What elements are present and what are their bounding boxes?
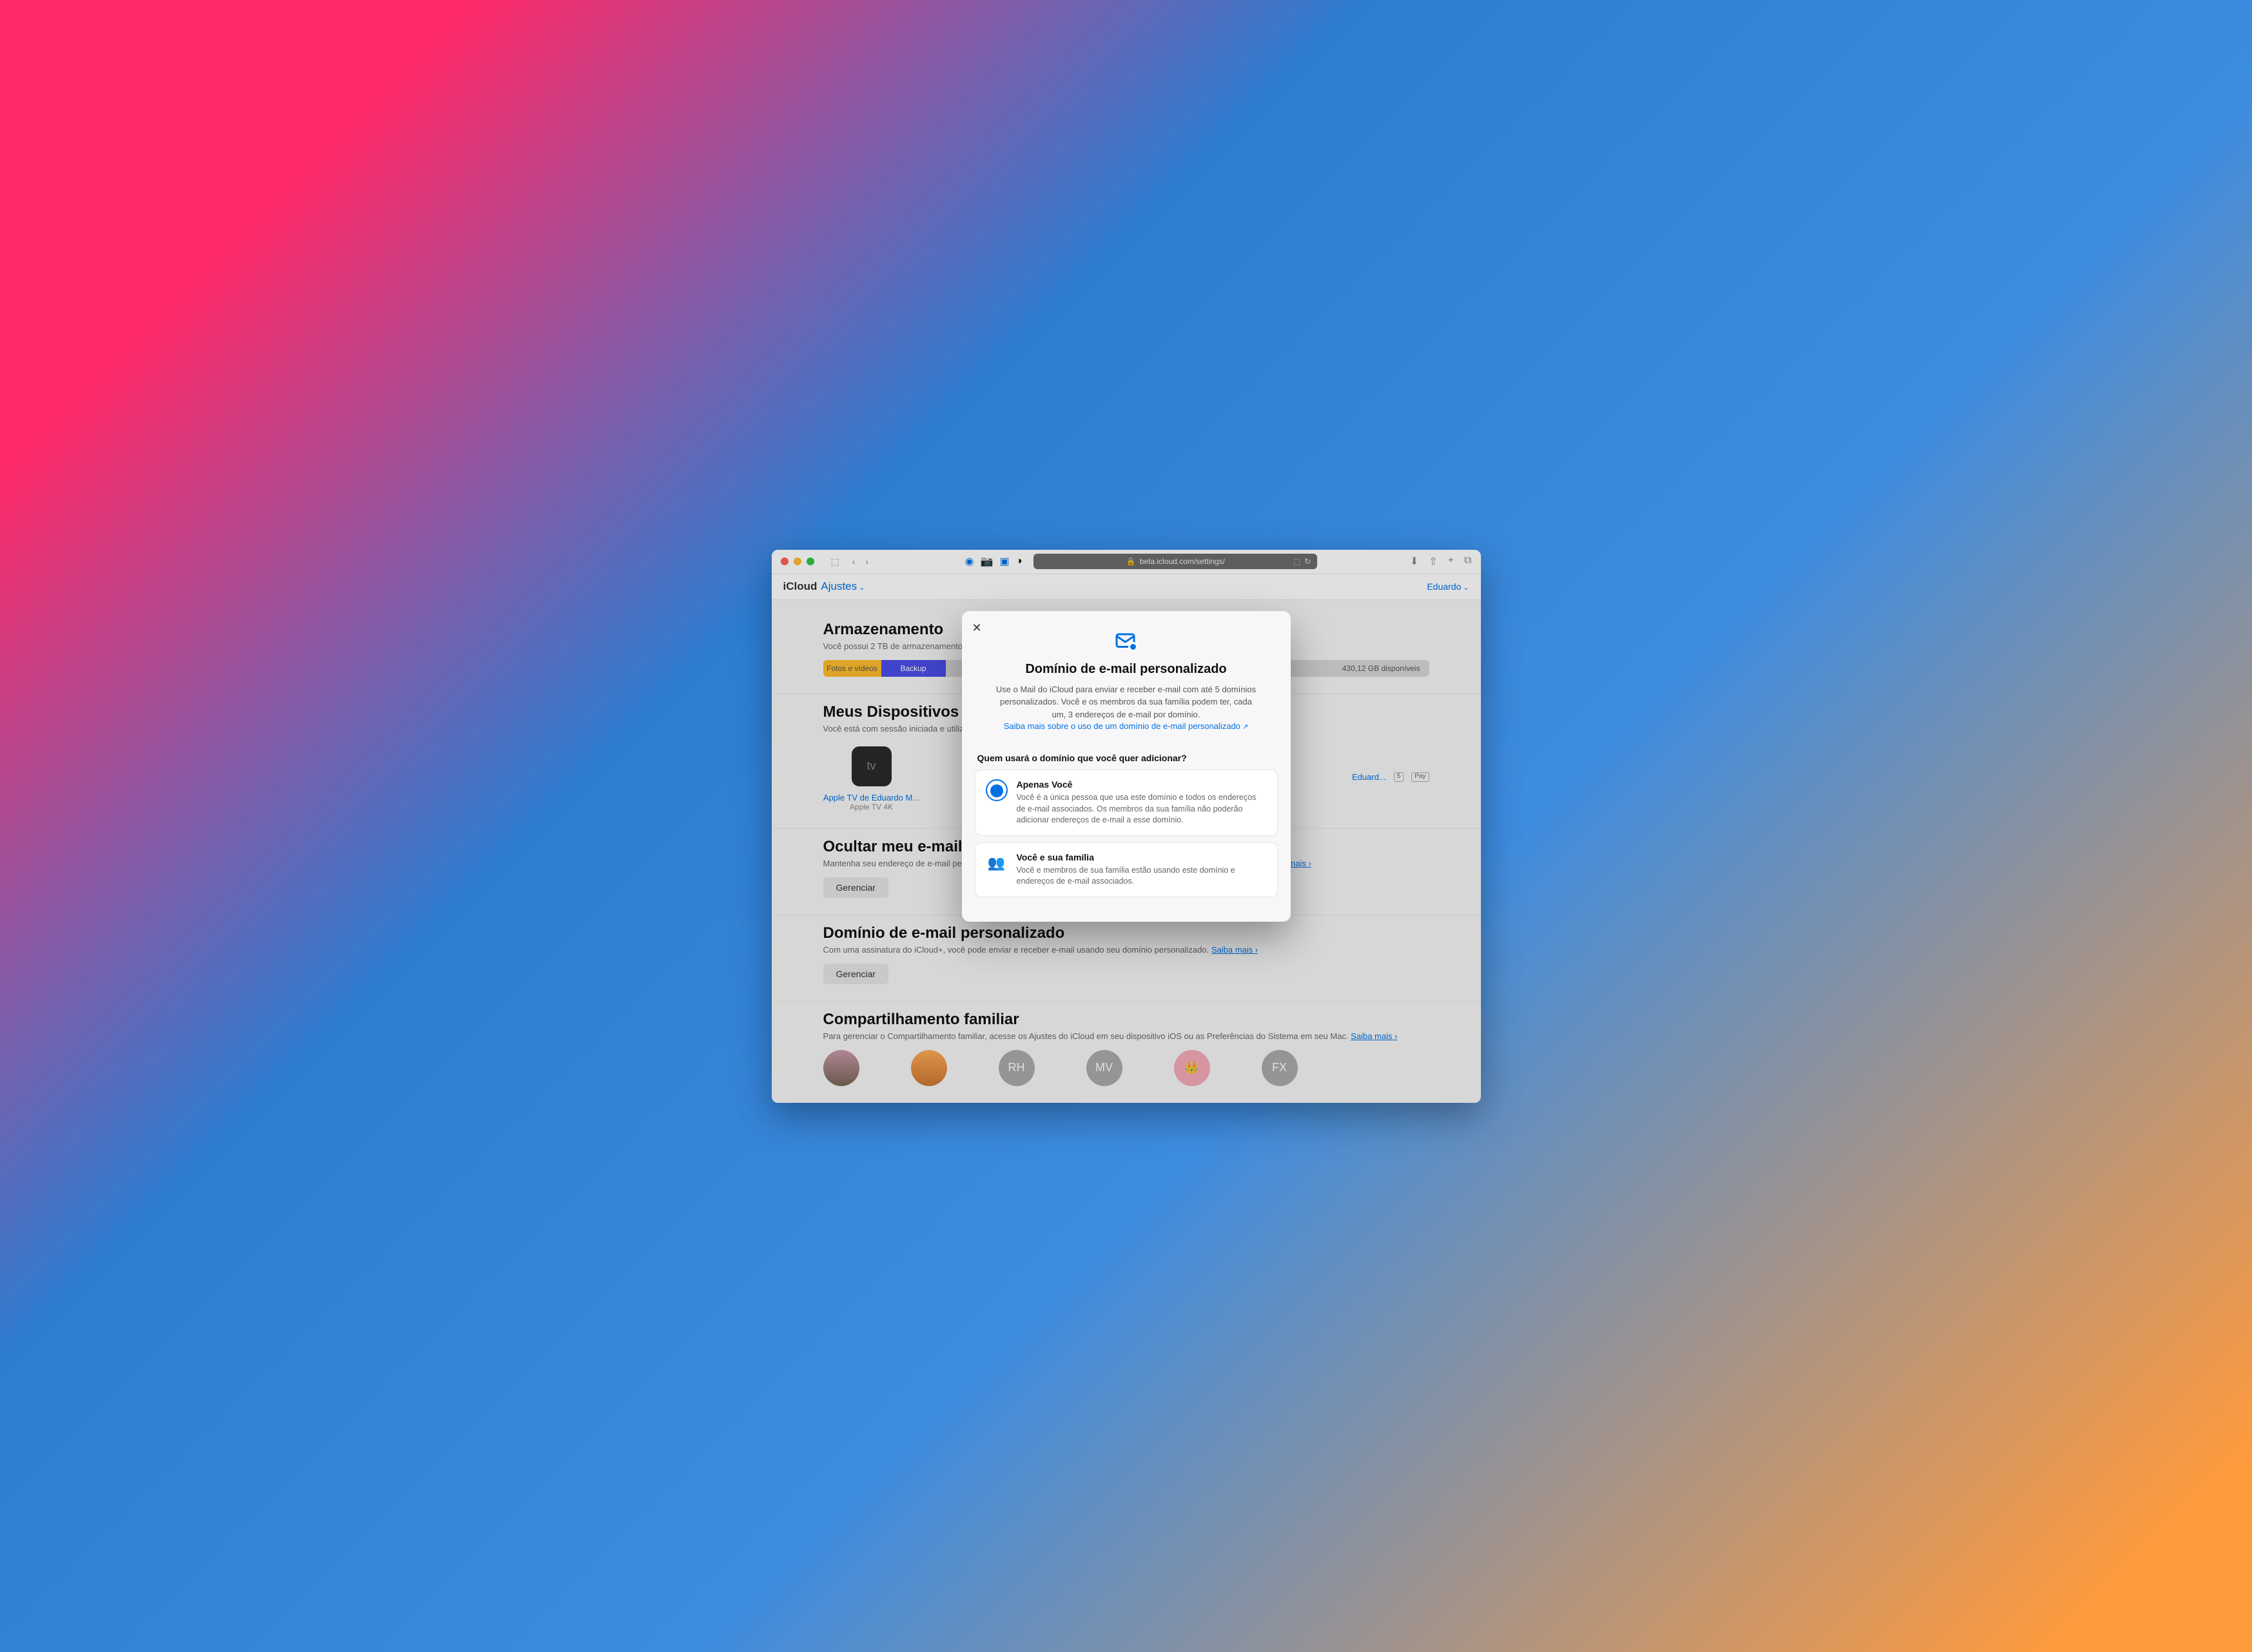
- close-icon[interactable]: ✕: [972, 621, 982, 635]
- option-body: Você é a única pessoa que usa este domín…: [1017, 792, 1267, 826]
- option-you-and-family[interactable]: 👥 Você e sua família Você e membros de s…: [975, 842, 1278, 897]
- option-body: Você e membros de sua família estão usan…: [1017, 865, 1267, 888]
- person-icon: [986, 779, 1008, 801]
- people-icon: 👥: [986, 852, 1008, 874]
- modal-body: Use o Mail do iCloud para enviar e receb…: [994, 683, 1258, 721]
- modal-question: Quem usará o domínio que você quer adici…: [977, 753, 1275, 763]
- custom-domain-modal: ✕ Domínio de e-mail personalizado Use o …: [962, 611, 1291, 922]
- modal-learn-link[interactable]: Saiba mais sobre o uso de um domínio de …: [1004, 721, 1248, 731]
- option-title: Você e sua família: [1017, 852, 1267, 862]
- option-only-you[interactable]: Apenas Você Você é a única pessoa que us…: [975, 770, 1278, 836]
- option-title: Apenas Você: [1017, 779, 1267, 790]
- mail-person-icon: [1115, 630, 1138, 654]
- browser-window: ⬚ ‹ › ◉ 📷 ▣ ◑ 🔒 beta.icloud.com/settings…: [772, 550, 1481, 1103]
- modal-title: Domínio de e-mail personalizado: [994, 662, 1258, 677]
